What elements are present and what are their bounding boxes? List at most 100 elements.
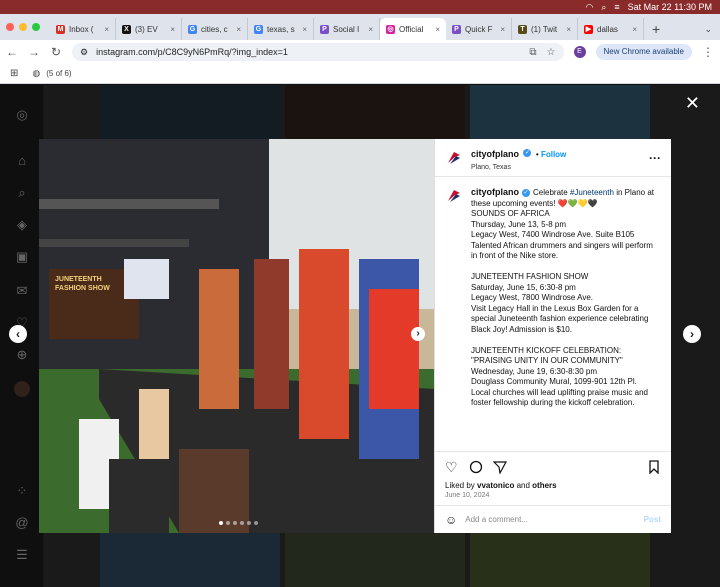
close-tab-icon[interactable]: × bbox=[500, 25, 505, 34]
close-tab-icon[interactable]: × bbox=[104, 25, 109, 34]
share-icon[interactable] bbox=[493, 460, 507, 474]
follow-button[interactable]: Follow bbox=[541, 150, 566, 159]
close-tab-icon[interactable]: × bbox=[435, 25, 440, 34]
browser-tab[interactable]: ◎ Official × bbox=[380, 18, 446, 40]
tab-label: (3) EV bbox=[135, 24, 158, 34]
tab-label: dallas bbox=[597, 24, 618, 34]
globe-icon: ◍ bbox=[32, 68, 41, 78]
bookmark-star-icon[interactable]: ☆ bbox=[547, 47, 556, 58]
liked-by-user[interactable]: vvatonico bbox=[477, 481, 514, 490]
post-header-text: cityofplano ✓ • Follow Plano, Texas bbox=[471, 144, 566, 171]
close-icon[interactable]: ✕ bbox=[685, 93, 700, 114]
verified-badge-icon: ✓ bbox=[523, 148, 532, 157]
post-location[interactable]: Plano, Texas bbox=[471, 164, 566, 171]
stage-sign-line1: JUNETEENTH bbox=[55, 276, 102, 283]
account-name[interactable]: cityofplano bbox=[471, 149, 519, 159]
browser-tab[interactable]: X (3) EV × bbox=[116, 18, 182, 40]
forward-icon[interactable]: → bbox=[28, 45, 40, 59]
carousel-dot bbox=[219, 521, 223, 525]
liked-by: Liked by vvatonico and others bbox=[435, 481, 671, 490]
browser-tab[interactable]: Gcities, c × bbox=[182, 18, 248, 40]
window-controls bbox=[6, 14, 40, 40]
chrome-menu-icon[interactable]: ⋮ bbox=[702, 45, 714, 59]
caption-intro: Celebrate bbox=[533, 188, 570, 197]
bookmarks-bar: ⊞ ◍ (5 of 6) bbox=[0, 64, 720, 84]
reload-icon[interactable]: ↻ bbox=[50, 45, 62, 59]
post-date[interactable]: June 10, 2024 bbox=[435, 490, 671, 505]
caption-avatar-icon[interactable] bbox=[445, 187, 463, 205]
tab-label: texas, s bbox=[267, 24, 295, 34]
close-tab-icon[interactable]: × bbox=[302, 25, 307, 34]
city-of-plano-logo-icon[interactable] bbox=[445, 149, 463, 167]
wifi-icon[interactable]: ◠ bbox=[585, 2, 593, 13]
tab-label: cities, c bbox=[201, 24, 228, 34]
comment-icon[interactable] bbox=[469, 460, 483, 474]
control-center-icon[interactable]: ≡ bbox=[614, 2, 619, 12]
post-photo[interactable]: JUNETEENTH FASHION SHOW › bbox=[39, 139, 434, 533]
caption-text: cityofplano ✓ Celebrate #Juneteenth in Pla… bbox=[471, 187, 661, 451]
caption-account-name[interactable]: cityofplano bbox=[471, 187, 519, 197]
fashion-show-photo bbox=[39, 139, 434, 533]
close-tab-icon[interactable]: × bbox=[632, 25, 637, 34]
liked-by-others[interactable]: others bbox=[532, 481, 556, 490]
previous-post-arrow-icon[interactable]: ‹ bbox=[9, 325, 27, 343]
post-details-panel: cityofplano ✓ • Follow Plano, Texas ··· … bbox=[434, 139, 671, 533]
profile-avatar[interactable]: E bbox=[573, 46, 586, 58]
tab-favicon-icon: ▶ bbox=[584, 24, 593, 34]
tab-label: Official bbox=[399, 24, 424, 34]
post-modal: JUNETEENTH FASHION SHOW › cityofplano ✓ … bbox=[39, 139, 671, 533]
next-post-arrow-icon[interactable]: › bbox=[683, 325, 701, 343]
site-info-icon[interactable]: ⚙ bbox=[80, 47, 88, 58]
browser-tab[interactable]: ▶ dallas × bbox=[578, 18, 644, 40]
cast-icon[interactable]: ⧉ bbox=[529, 47, 536, 58]
more-options-icon[interactable]: ··· bbox=[649, 151, 661, 165]
tab-favicon-icon: ◎ bbox=[386, 24, 395, 34]
save-bookmark-icon[interactable] bbox=[647, 459, 661, 474]
instagram-page: ◎ ⌂ ⌕ ◈ ▣ ✉ ♡ ⊕ ⁘ @ ☰ ✕ ‹ › bbox=[0, 85, 720, 587]
comment-input[interactable]: Add a comment... bbox=[465, 515, 528, 524]
close-tab-icon[interactable]: × bbox=[368, 25, 373, 34]
tab-label: Quick F bbox=[465, 24, 493, 34]
next-image-arrow-icon[interactable]: › bbox=[411, 327, 425, 341]
menu-bar-clock[interactable]: Sat Mar 22 11:30 PM bbox=[628, 2, 712, 12]
carousel-dots bbox=[219, 521, 258, 525]
tab-search-icon[interactable]: ⌄ bbox=[704, 18, 712, 40]
browser-tab[interactable]: Gtexas, s × bbox=[248, 18, 314, 40]
close-window-button[interactable] bbox=[6, 23, 14, 31]
tab-favicon-icon: M bbox=[56, 24, 65, 34]
carousel-dot bbox=[226, 521, 230, 525]
tab-favicon-icon: P bbox=[452, 24, 461, 34]
liked-by-prefix: Liked by bbox=[445, 481, 478, 490]
stage-sign-line2: FASHION SHOW bbox=[55, 285, 110, 292]
zoom-window-button[interactable] bbox=[32, 23, 40, 31]
browser-tab[interactable]: P Quick F × bbox=[446, 18, 512, 40]
close-tab-icon[interactable]: × bbox=[170, 25, 175, 34]
minimize-window-button[interactable] bbox=[19, 23, 27, 31]
new-tab-button[interactable]: + bbox=[644, 18, 668, 40]
close-tab-icon[interactable]: × bbox=[236, 25, 241, 34]
close-tab-icon[interactable]: × bbox=[566, 25, 571, 34]
apps-grid-icon[interactable]: ⊞ bbox=[10, 68, 18, 79]
post-actions: ♡ bbox=[435, 451, 671, 481]
image-counter: (5 of 6) bbox=[46, 69, 72, 78]
browser-tab[interactable]: M Inbox ( × bbox=[50, 18, 116, 40]
tab-label: (1) Twit bbox=[531, 24, 558, 34]
post-comment-button[interactable]: Post bbox=[644, 515, 661, 524]
search-icon[interactable]: ⌕ bbox=[601, 2, 606, 13]
like-heart-icon[interactable]: ♡ bbox=[445, 460, 459, 474]
emoji-icon[interactable]: ☺ bbox=[445, 513, 457, 527]
tab-favicon-icon: X bbox=[122, 24, 131, 34]
tab-label: Inbox ( bbox=[69, 24, 94, 34]
new-chrome-available-button[interactable]: New Chrome available bbox=[595, 44, 692, 60]
back-icon[interactable]: ← bbox=[6, 45, 18, 59]
omnibox[interactable]: ⚙ instagram.com/p/C8C9yN6PmRq/?img_index… bbox=[72, 43, 564, 61]
browser-tab[interactable]: P Social I × bbox=[314, 18, 380, 40]
url-text[interactable]: instagram.com/p/C8C9yN6PmRq/?img_index=1 bbox=[96, 47, 288, 57]
tab-favicon-icon: P bbox=[320, 24, 329, 34]
tab-favicon-icon: G bbox=[254, 24, 263, 34]
address-toolbar: ← → ↻ ⚙ instagram.com/p/C8C9yN6PmRq/?img… bbox=[0, 40, 720, 64]
hashtag-link[interactable]: #Juneteenth bbox=[570, 188, 614, 197]
browser-tab[interactable]: T (1) Twit × bbox=[512, 18, 578, 40]
post-header: cityofplano ✓ • Follow Plano, Texas ··· bbox=[435, 139, 671, 177]
tab-favicon-icon: G bbox=[188, 24, 197, 34]
